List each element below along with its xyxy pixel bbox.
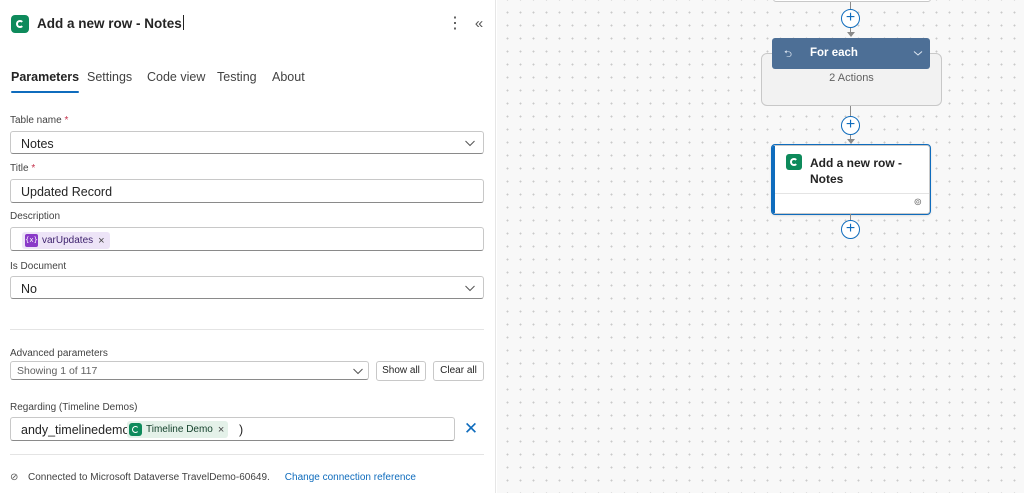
connector-line [850, 106, 851, 116]
table-name-label: Table name * [10, 115, 69, 126]
tab-parameters[interactable]: Parameters [11, 70, 80, 93]
insert-step-button[interactable]: + [841, 220, 860, 239]
foreach-title: For each [810, 47, 858, 59]
dynamic-token-label: Timeline Demo [146, 424, 213, 435]
foreach-actions-count: 2 Actions [829, 72, 874, 84]
regarding-prefix-text: andy_timelinedemos( [21, 423, 140, 437]
table-name-select[interactable]: Notes [10, 131, 484, 154]
card-divider [775, 193, 929, 194]
dataverse-icon [129, 423, 142, 436]
title-label: Title * [10, 163, 36, 174]
table-name-value: Notes [21, 137, 54, 151]
action-title[interactable]: Add a new row - Notes [37, 15, 184, 31]
required-marker: * [31, 163, 36, 174]
advanced-parameters-label: Advanced parameters [10, 348, 108, 359]
required-marker: * [64, 115, 69, 126]
change-connection-link[interactable]: Change connection reference [285, 472, 416, 483]
advanced-parameters-select[interactable]: Showing 1 of 117 [10, 361, 369, 380]
flow-designer-canvas[interactable]: + 2 Actions ⮌ For each + Add a new row -… [497, 0, 1024, 493]
title-input[interactable]: Updated Record [10, 179, 484, 203]
chevron-down-icon [352, 365, 364, 377]
tab-about[interactable]: About [272, 70, 305, 84]
connection-link-icon: ⊚ [913, 197, 922, 208]
connection-text: Connected to Microsoft Dataverse TravelD… [28, 472, 270, 483]
is-document-label: Is Document [10, 261, 67, 272]
action-details-panel: Add a new row - Notes ⋮ « Parameters Set… [0, 0, 496, 493]
title-value: Updated Record [21, 185, 113, 199]
more-options-icon[interactable]: ⋮ [447, 13, 463, 35]
clear-field-icon[interactable]: ✕ [463, 420, 479, 438]
variable-token-label: varUpdates [42, 235, 94, 246]
remove-token-icon[interactable]: × [98, 235, 104, 247]
connection-info: ⊘ Connected to Microsoft Dataverse Travel… [10, 472, 416, 483]
section-divider [10, 454, 484, 455]
chevron-down-icon[interactable] [912, 46, 924, 64]
panel-header: Add a new row - Notes ⋮ « [0, 0, 496, 50]
connection-link-icon: ⊘ [10, 472, 19, 483]
advanced-parameters-value: Showing 1 of 117 [17, 365, 98, 377]
dynamic-content-token[interactable]: Timeline Demo × [127, 421, 229, 438]
insert-step-button[interactable]: + [841, 116, 860, 135]
card-title: Add a new row - Notes [810, 156, 903, 186]
description-input[interactable]: {x} varUpdates × [10, 227, 484, 251]
text-caret [182, 15, 184, 30]
clear-all-button[interactable]: Clear all [433, 361, 484, 381]
loop-icon: ⮌ [784, 49, 793, 60]
regarding-suffix-text: ) [239, 423, 244, 437]
is-document-value: No [21, 282, 37, 296]
tab-testing[interactable]: Testing [217, 70, 257, 84]
variable-icon: {x} [25, 234, 38, 247]
is-document-select[interactable]: No [10, 276, 484, 299]
variable-token[interactable]: {x} varUpdates × [22, 232, 110, 249]
connector-arrow [847, 139, 855, 144]
add-new-row-card[interactable]: Add a new row - Notes ⊚ [771, 144, 931, 215]
description-label: Description [10, 211, 61, 222]
foreach-header[interactable]: ⮌ For each [772, 38, 930, 69]
tab-code-view[interactable]: Code view [147, 70, 205, 84]
regarding-input[interactable]: andy_timelinedemos( Timeline Demo × ) [10, 417, 455, 441]
remove-token-icon[interactable]: × [218, 424, 224, 436]
connector-line [850, 2, 851, 9]
connector-arrow [847, 32, 855, 37]
chevron-down-icon [464, 137, 476, 149]
regarding-label: Regarding (Timeline Demos) [10, 402, 138, 413]
section-divider [10, 329, 484, 330]
tab-settings[interactable]: Settings [87, 70, 132, 84]
insert-step-button[interactable]: + [841, 9, 860, 28]
collapse-panel-icon[interactable]: « [471, 14, 487, 34]
show-all-button[interactable]: Show all [376, 361, 426, 381]
dataverse-icon [11, 15, 29, 33]
previous-action-card[interactable] [773, 0, 931, 2]
dataverse-icon [786, 154, 802, 170]
chevron-down-icon [464, 282, 476, 294]
